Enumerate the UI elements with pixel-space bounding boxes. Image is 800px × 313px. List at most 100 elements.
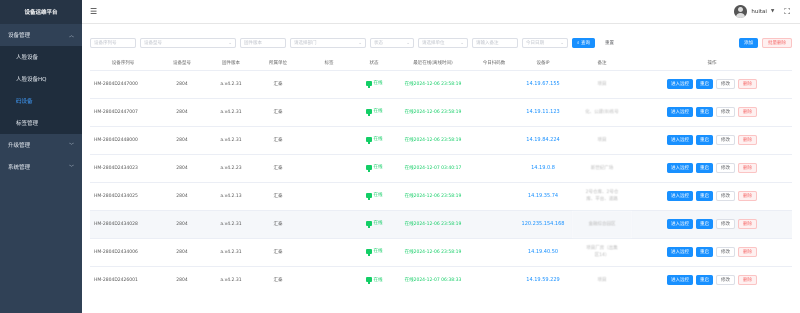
cell-unit: 汇泰 xyxy=(254,125,302,154)
avatar[interactable] xyxy=(734,5,748,18)
filter-bar: 设备序列号 设备型号 ⌄ 固件版本 请选择部门 ⌄ 状态 ⌄ 请选择单位 ⌄ 请输入备注… xyxy=(90,38,792,48)
cell-ip[interactable]: 14.19.40.50 xyxy=(514,237,572,266)
restart-button[interactable]: 重启 xyxy=(696,107,713,117)
row-actions: 进入远控 重启 修改 删除 xyxy=(632,107,792,117)
edit-button[interactable]: 修改 xyxy=(716,191,735,201)
remote-control-button[interactable]: 进入远控 xyxy=(667,79,693,89)
sidebar-item-face-device-hq[interactable]: 人脸设备HQ xyxy=(0,68,82,90)
row-actions: 进入远控 重启 修改 删除 xyxy=(632,79,792,89)
search-button[interactable]: ⌕ 查询 xyxy=(572,38,595,48)
sidebar-group-system[interactable]: 系统管理 ﹀ xyxy=(0,156,82,178)
edit-button[interactable]: 修改 xyxy=(716,135,735,145)
cell-model: 2804 xyxy=(156,237,208,266)
fullscreen-icon[interactable]: ⛶ xyxy=(784,7,790,17)
remote-control-button[interactable]: 进入远控 xyxy=(667,107,693,117)
cell-ip[interactable]: 14.19.35.74 xyxy=(514,181,572,210)
delete-button[interactable]: 删除 xyxy=(738,135,757,145)
sidebar-submenu: 人脸设备 人脸设备HQ 码设备 标签管理 xyxy=(0,46,82,134)
search-label: 查询 xyxy=(580,41,590,46)
remark-line: 金融综合园区 xyxy=(588,221,616,227)
table-row: HM-2804D2434006 2804 a.v4.2.31 汇泰 在线 在线2… xyxy=(90,237,792,266)
remark-line: 项目 xyxy=(597,81,607,87)
chevron-down-icon: ⌄ xyxy=(228,40,232,46)
status-select[interactable]: 状态 ⌄ xyxy=(370,38,414,48)
remote-control-button[interactable]: 进入远控 xyxy=(667,163,693,173)
device-sn-input[interactable]: 设备序列号 xyxy=(90,38,136,48)
reset-button[interactable]: 重置 xyxy=(598,38,620,48)
delete-button[interactable]: 删除 xyxy=(738,163,757,173)
sidebar-group-device[interactable]: 设备管理 ︿ xyxy=(0,24,82,46)
delete-button[interactable]: 删除 xyxy=(738,219,757,229)
remote-control-button[interactable]: 进入远控 xyxy=(667,219,693,229)
cell-firmware: a.v4.2.23 xyxy=(208,153,254,182)
monitor-icon xyxy=(365,108,372,116)
username: huitai xyxy=(751,8,767,15)
sidebar: 设备运维平台 设备管理 ︿ 人脸设备 人脸设备HQ 码设备 标签管理 升级管理 … xyxy=(0,0,82,313)
remark-input[interactable]: 请输入备注 xyxy=(472,38,518,48)
sidebar-item-tag-management[interactable]: 标签管理 xyxy=(0,112,82,134)
table-row: HM-2804D2434025 2804 a.v4.2.13 汇泰 在线 在线2… xyxy=(90,181,792,210)
placeholder: 今日日期 xyxy=(526,41,544,46)
owner-select[interactable]: 请选择单位 ⌄ xyxy=(418,38,468,48)
restart-button[interactable]: 重启 xyxy=(696,275,713,286)
table-row: HM-2804D2447000 2804 a.v4.2.31 汇泰 在线 在线2… xyxy=(90,69,792,98)
edit-button[interactable]: 修改 xyxy=(716,275,735,286)
cell-ip[interactable]: 14.19.0.8 xyxy=(514,153,572,182)
remark-line: 新世纪广场 xyxy=(590,165,614,171)
dept-select[interactable]: 请选择部门 ⌄ xyxy=(290,38,366,48)
row-actions: 进入远控 重启 修改 删除 xyxy=(632,219,792,229)
restart-button[interactable]: 重启 xyxy=(696,219,713,229)
remote-control-button[interactable]: 进入远控 xyxy=(667,191,693,201)
batch-delete-button[interactable]: 批量删除 xyxy=(762,38,792,48)
placeholder: 固件版本 xyxy=(244,41,262,46)
add-button[interactable]: 添加 xyxy=(739,38,758,48)
date-select[interactable]: 今日日期 ⌄ xyxy=(522,38,568,48)
delete-button[interactable]: 删除 xyxy=(738,191,757,201)
edit-button[interactable]: 修改 xyxy=(716,247,735,257)
remote-control-button[interactable]: 进入远控 xyxy=(667,135,693,145)
col-header: 今日扫码数 xyxy=(474,56,514,70)
delete-button[interactable]: 删除 xyxy=(738,107,757,117)
cell-ip[interactable]: 120.235.154.168 xyxy=(514,209,572,238)
cell-ip[interactable]: 14.19.84.224 xyxy=(514,125,572,154)
caret-down-icon[interactable]: ▼ xyxy=(771,9,774,14)
restart-button[interactable]: 重启 xyxy=(696,135,713,145)
user-menu[interactable]: huitai ▼ ⛶ xyxy=(734,5,790,18)
restart-button[interactable]: 重启 xyxy=(696,163,713,173)
cell-tag xyxy=(302,69,356,98)
app-logo-title: 设备运维平台 xyxy=(0,0,82,24)
cell-last-online: 在线2024-12-06 23:58:19 xyxy=(392,125,474,154)
restart-button[interactable]: 重启 xyxy=(696,191,713,201)
edit-button[interactable]: 修改 xyxy=(716,79,735,89)
cell-unit: 汇泰 xyxy=(254,237,302,266)
edit-button[interactable]: 修改 xyxy=(716,163,735,173)
cell-sn: HM-2804D2447007 xyxy=(90,97,156,126)
delete-button[interactable]: 删除 xyxy=(738,275,757,286)
device-model-select[interactable]: 设备型号 ⌄ xyxy=(140,38,236,48)
sidebar-item-code-device[interactable]: 码设备 xyxy=(0,90,82,112)
remote-control-button[interactable]: 进入远控 xyxy=(667,275,693,286)
status-text: 在线 xyxy=(373,81,383,87)
delete-button[interactable]: 删除 xyxy=(738,79,757,89)
cell-firmware: a.v4.2.31 xyxy=(208,97,254,126)
cell-status: 在线 xyxy=(356,181,392,210)
delete-button[interactable]: 删除 xyxy=(738,247,757,257)
status-text: 在线 xyxy=(373,193,383,199)
sidebar-group-upgrade[interactable]: 升级管理 ﹀ xyxy=(0,134,82,156)
cell-ip[interactable]: 14.19.59.229 xyxy=(514,265,572,294)
restart-button[interactable]: 重启 xyxy=(696,247,713,257)
restart-button[interactable]: 重启 xyxy=(696,79,713,89)
cell-ip[interactable]: 14.19.11.123 xyxy=(514,97,572,126)
row-actions: 进入远控 重启 修改 删除 xyxy=(632,247,792,257)
cell-status: 在线 xyxy=(356,125,392,154)
remote-control-button[interactable]: 进入远控 xyxy=(667,247,693,257)
cell-ip[interactable]: 14.19.67.155 xyxy=(514,69,572,98)
sidebar-item-face-device[interactable]: 人脸设备 xyxy=(0,46,82,68)
status-text: 在线 xyxy=(373,109,383,115)
hamburger-menu-icon[interactable]: ☰ xyxy=(90,7,97,16)
edit-button[interactable]: 修改 xyxy=(716,107,735,117)
chevron-down-icon: ⌄ xyxy=(560,40,564,46)
firmware-input[interactable]: 固件版本 xyxy=(240,38,286,48)
edit-button[interactable]: 修改 xyxy=(716,219,735,229)
cell-unit: 汇泰 xyxy=(254,181,302,210)
